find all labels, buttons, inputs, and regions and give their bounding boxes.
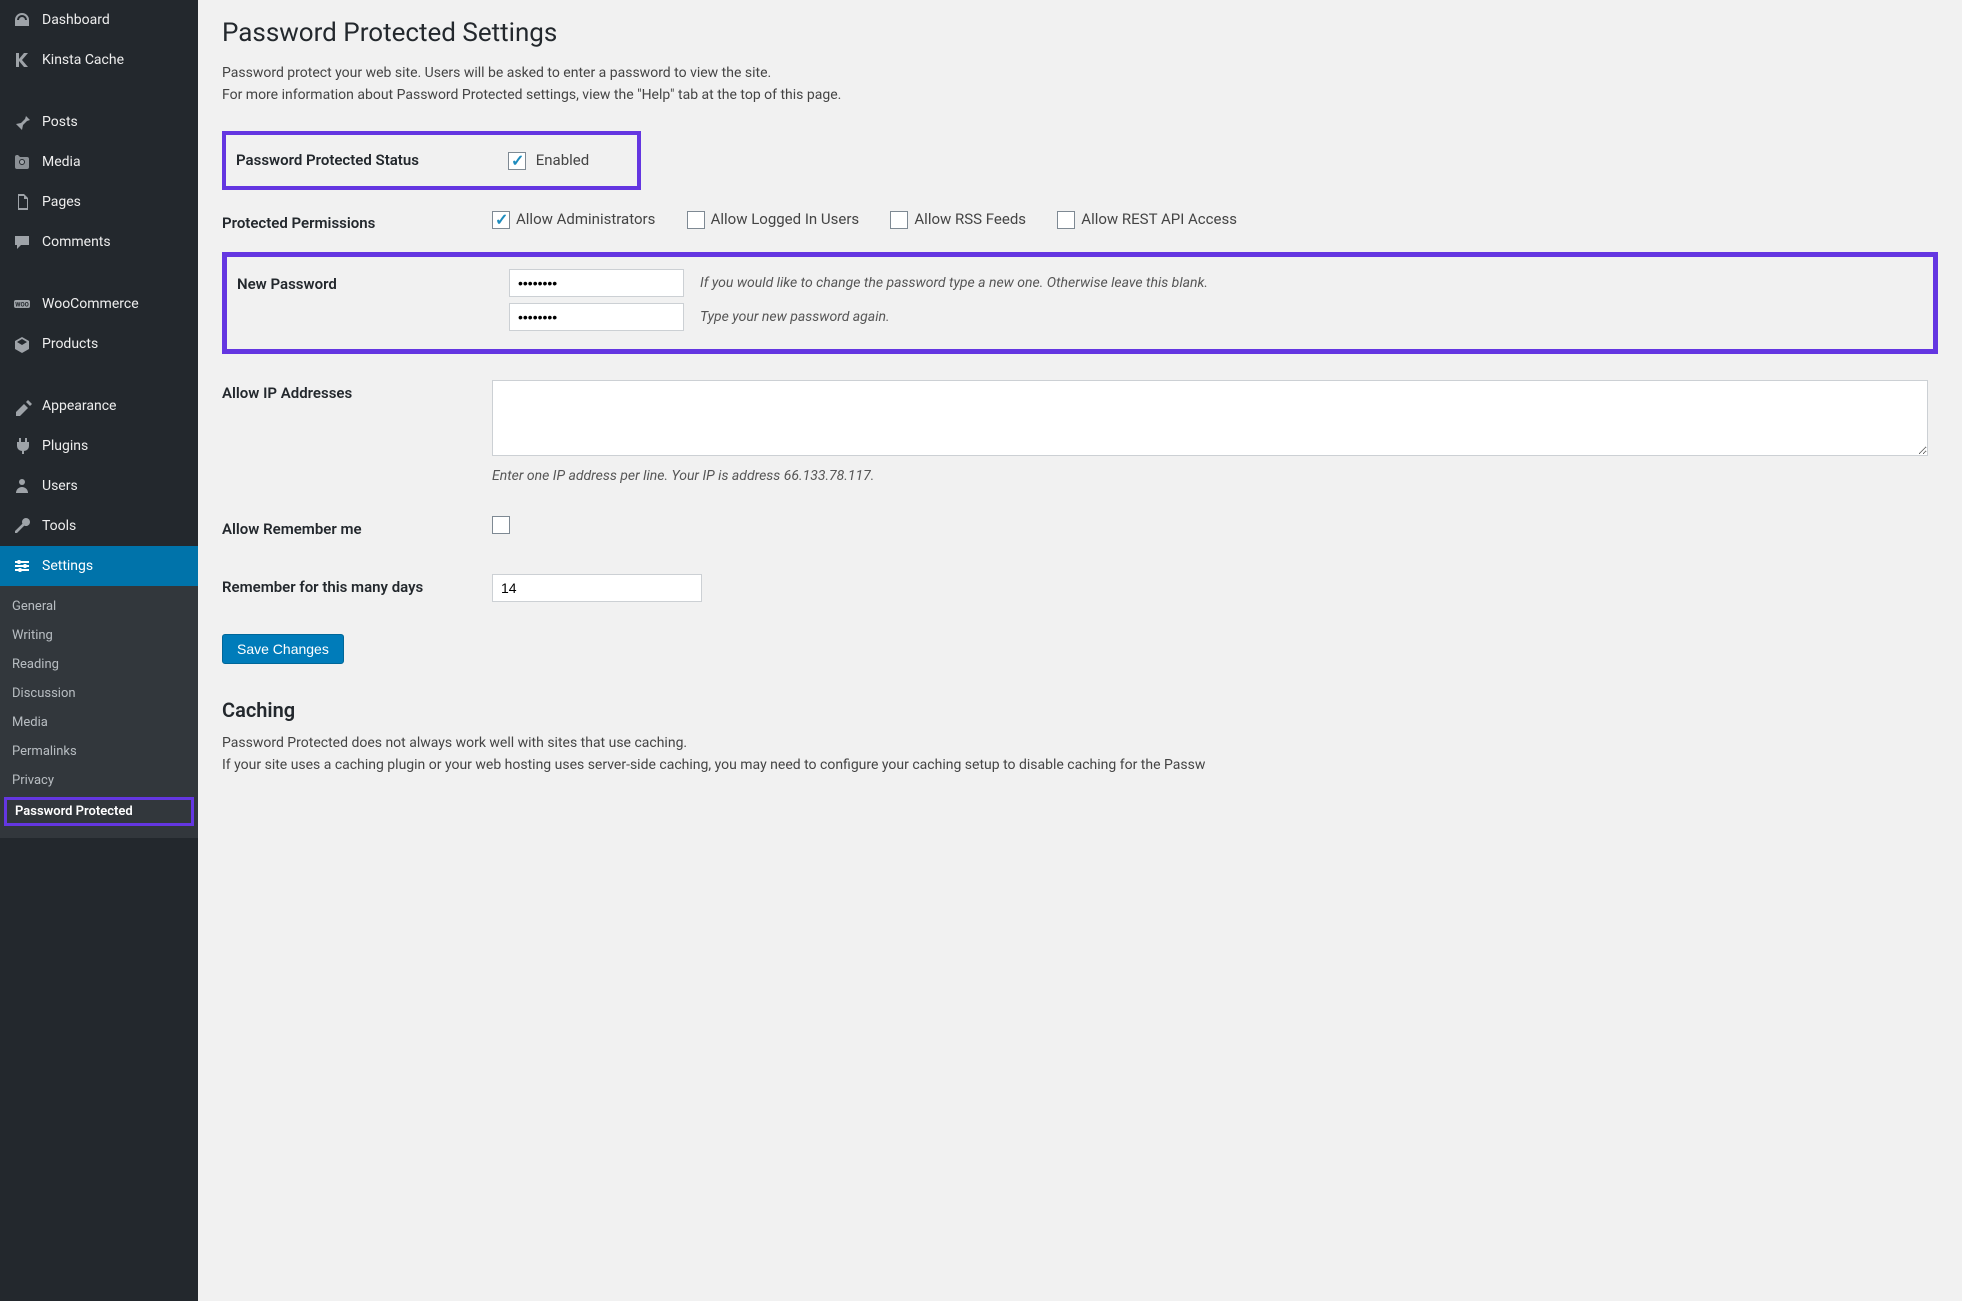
sidebar-item-label: Media	[42, 154, 186, 170]
main-content: Password Protected Settings Password pro…	[198, 0, 1962, 1301]
new-password-input[interactable]	[509, 269, 684, 297]
status-label: Password Protected Status	[236, 141, 496, 180]
products-icon	[12, 334, 32, 354]
sidebar-item-dashboard[interactable]: Dashboard	[0, 0, 198, 40]
woo-icon: WOO	[12, 294, 32, 314]
sidebar-item-media[interactable]: Media	[0, 142, 198, 182]
perm-admins-checkbox[interactable]	[492, 211, 510, 229]
submenu-item-general[interactable]: General	[0, 592, 198, 621]
sidebar-item-appearance[interactable]: Appearance	[0, 386, 198, 426]
perm-rest-label[interactable]: Allow REST API Access	[1057, 210, 1237, 228]
perm-admins-label[interactable]: Allow Administrators	[492, 210, 655, 228]
caching-heading: Caching	[222, 698, 1938, 722]
sidebar-item-label: Appearance	[42, 398, 186, 414]
page-title: Password Protected Settings	[222, 18, 1938, 48]
remember-checkbox[interactable]	[492, 516, 510, 534]
perm-logged-label[interactable]: Allow Logged In Users	[687, 210, 860, 228]
pages-icon	[12, 192, 32, 212]
status-highlight: Password Protected Status Enabled	[222, 131, 641, 190]
submenu-item-writing[interactable]: Writing	[0, 621, 198, 650]
sidebar-item-label: Products	[42, 336, 186, 352]
media-icon	[12, 152, 32, 172]
sidebar-item-tools[interactable]: Tools	[0, 506, 198, 546]
sidebar-item-label: Plugins	[42, 438, 186, 454]
sidebar-item-label: WooCommerce	[42, 296, 186, 312]
confirm-password-input[interactable]	[509, 303, 684, 331]
users-icon	[12, 476, 32, 496]
appearance-icon	[12, 396, 32, 416]
dashboard-icon	[12, 10, 32, 30]
svg-text:WOO: WOO	[15, 302, 29, 309]
sidebar-item-pages[interactable]: Pages	[0, 182, 198, 222]
sidebar-item-users[interactable]: Users	[0, 466, 198, 506]
submenu-item-reading[interactable]: Reading	[0, 650, 198, 679]
submenu-item-privacy[interactable]: Privacy	[0, 766, 198, 795]
comments-icon	[12, 232, 32, 252]
perm-rss-checkbox[interactable]	[890, 211, 908, 229]
sidebar-item-label: Posts	[42, 114, 186, 130]
settings-icon	[12, 556, 32, 576]
enabled-label[interactable]: Enabled	[508, 151, 589, 169]
perm-rss-label[interactable]: Allow RSS Feeds	[890, 210, 1026, 228]
pin-icon	[12, 112, 32, 132]
sidebar-item-label: Comments	[42, 234, 186, 250]
sidebar-item-comments[interactable]: Comments	[0, 222, 198, 262]
perm-logged-checkbox[interactable]	[687, 211, 705, 229]
tools-icon	[12, 516, 32, 536]
settings-submenu: General Writing Reading Discussion Media…	[0, 586, 198, 838]
allow-ip-desc: Enter one IP address per line. Your IP i…	[492, 468, 1928, 484]
enabled-checkbox[interactable]	[508, 152, 526, 170]
allow-ip-textarea[interactable]	[492, 380, 1928, 456]
permissions-label: Protected Permissions	[222, 194, 482, 252]
sidebar-item-label: Kinsta Cache	[42, 52, 186, 68]
sidebar-item-label: Pages	[42, 194, 186, 210]
allow-ip-label: Allow IP Addresses	[222, 364, 482, 500]
remember-label: Allow Remember me	[222, 500, 482, 558]
submenu-item-media[interactable]: Media	[0, 708, 198, 737]
new-password-highlight: New Password If you would like to change…	[222, 252, 1938, 354]
sidebar-item-products[interactable]: Products	[0, 324, 198, 364]
kinsta-icon	[12, 50, 32, 70]
perm-rest-checkbox[interactable]	[1057, 211, 1075, 229]
admin-sidebar: Dashboard Kinsta Cache Posts Media Pages…	[0, 0, 198, 1301]
sidebar-item-label: Tools	[42, 518, 186, 534]
sidebar-item-kinsta-cache[interactable]: Kinsta Cache	[0, 40, 198, 80]
sidebar-item-label: Settings	[42, 558, 186, 574]
page-intro: Password protect your web site. Users wi…	[222, 62, 1938, 107]
submenu-item-password-protected[interactable]: Password Protected	[4, 797, 194, 826]
settings-form: Password Protected Status Enabled Protec…	[222, 131, 1938, 618]
remember-days-label: Remember for this many days	[222, 558, 482, 618]
caching-text: Password Protected does not always work …	[222, 732, 1938, 777]
new-password-label: New Password	[237, 265, 497, 341]
remember-days-input[interactable]	[492, 574, 702, 602]
save-changes-button[interactable]: Save Changes	[222, 634, 344, 664]
submenu-item-permalinks[interactable]: Permalinks	[0, 737, 198, 766]
submenu-item-discussion[interactable]: Discussion	[0, 679, 198, 708]
sidebar-item-plugins[interactable]: Plugins	[0, 426, 198, 466]
sidebar-item-label: Dashboard	[42, 12, 186, 28]
sidebar-item-posts[interactable]: Posts	[0, 102, 198, 142]
sidebar-item-woocommerce[interactable]: WOO WooCommerce	[0, 284, 198, 324]
sidebar-item-label: Users	[42, 478, 186, 494]
plugins-icon	[12, 436, 32, 456]
new-password-desc1: If you would like to change the password…	[700, 275, 1208, 291]
new-password-desc2: Type your new password again.	[700, 309, 890, 325]
sidebar-item-settings[interactable]: Settings	[0, 546, 198, 586]
